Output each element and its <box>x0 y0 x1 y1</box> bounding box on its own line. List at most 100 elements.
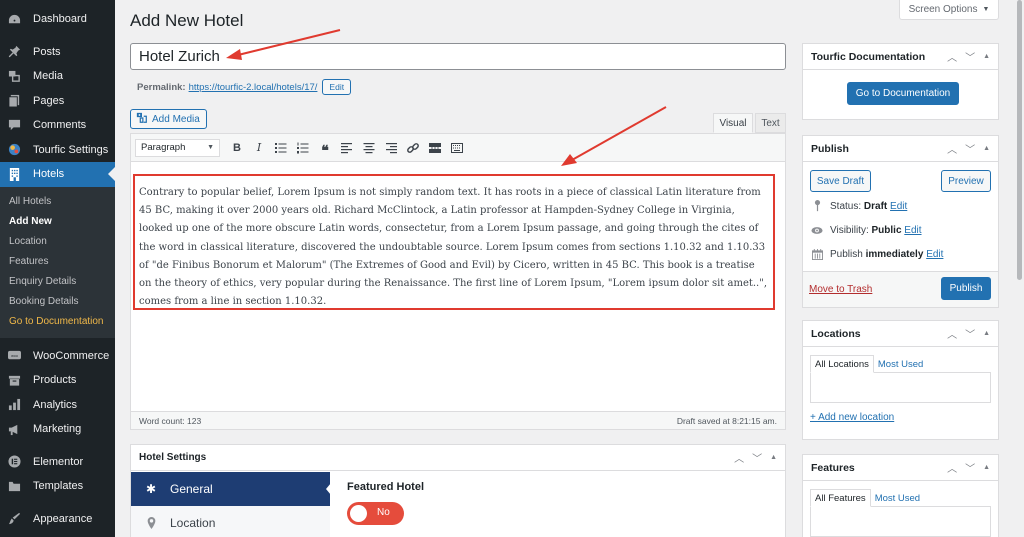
tab-visual[interactable]: Visual <box>713 113 753 133</box>
move-down-icon[interactable]: ﹀ <box>965 49 975 64</box>
features-tabs: All Features Most Used <box>810 489 924 507</box>
menu-item-posts[interactable]: Posts <box>0 40 115 65</box>
submenu-features[interactable]: Features <box>0 252 115 272</box>
word-count: Word count: 123 <box>139 415 202 426</box>
save-draft-button[interactable]: Save Draft <box>810 170 871 192</box>
format-select[interactable]: Paragraph ▼ <box>135 138 220 157</box>
editor-content-area[interactable]: Contrary to popular belief, Lorem Ipsum … <box>133 174 775 310</box>
tab-general[interactable]: ✱ General <box>131 472 330 506</box>
tab-most-used-features[interactable]: Most Used <box>871 489 924 507</box>
move-up-icon[interactable]: ︿ <box>947 49 957 64</box>
woocommerce-icon: woo <box>7 349 21 363</box>
menu-item-comments[interactable]: Comments <box>0 113 115 138</box>
pages-icon <box>7 94 21 108</box>
submenu-all-hotels[interactable]: All Hotels <box>0 192 115 212</box>
bulleted-list-button[interactable] <box>270 138 292 158</box>
add-media-label: Add Media <box>152 113 200 125</box>
align-left-button[interactable] <box>336 138 358 158</box>
move-down-icon[interactable]: ﹀ <box>965 141 975 156</box>
collapse-toggle-icon[interactable]: ▲ <box>983 145 990 152</box>
locations-checklist[interactable] <box>810 372 991 403</box>
collapse-toggle-icon[interactable]: ▲ <box>983 464 990 471</box>
tab-all-locations[interactable]: All Locations <box>810 355 874 373</box>
go-to-documentation-button[interactable]: Go to Documentation <box>847 82 959 105</box>
screen-options-button[interactable]: Screen Options ▼ <box>899 0 999 20</box>
post-title-input[interactable] <box>130 43 786 70</box>
locations-tabs: All Locations Most Used <box>810 355 927 373</box>
menu-item-elementor[interactable]: Elementor <box>0 450 115 475</box>
postbox-header: Locations ︿ ﹀ ▲ <box>803 321 998 347</box>
move-down-icon[interactable]: ﹀ <box>752 450 762 465</box>
features-checklist[interactable] <box>810 506 991 537</box>
postbox-handles: ︿ ﹀ ▲ <box>734 450 777 465</box>
bulleted-list-icon <box>275 142 287 153</box>
submenu-add-new[interactable]: Add New <box>0 212 115 232</box>
bold-button[interactable]: B <box>226 138 248 158</box>
numbered-list-button[interactable] <box>292 138 314 158</box>
add-media-button[interactable]: Add Media <box>130 109 207 129</box>
publish-button[interactable]: Publish <box>941 277 991 300</box>
edit-visibility-link[interactable]: Edit <box>904 225 921 236</box>
align-center-button[interactable] <box>358 138 380 158</box>
move-down-icon[interactable]: ﹀ <box>965 326 975 341</box>
blockquote-button[interactable]: ❝ <box>314 138 336 158</box>
menu-item-tourfic-settings[interactable]: Tourfic Settings <box>0 138 115 163</box>
italic-button[interactable]: I <box>248 138 270 158</box>
menu-item-pages[interactable]: Pages <box>0 89 115 114</box>
move-down-icon[interactable]: ﹀ <box>965 460 975 475</box>
menu-item-marketing[interactable]: Marketing <box>0 417 115 442</box>
tab-location[interactable]: Location <box>131 506 330 537</box>
move-to-trash-link[interactable]: Move to Trash <box>809 284 872 295</box>
hotel-settings-box: Hotel Settings ︿ ﹀ ▲ ✱ General Location … <box>130 444 786 537</box>
menu-label: Templates <box>33 480 84 493</box>
collapse-toggle-icon[interactable]: ▲ <box>770 454 777 461</box>
menu-label: Analytics <box>33 398 78 411</box>
menu-item-media[interactable]: Media <box>0 64 115 89</box>
permalink-edit-button[interactable]: Edit <box>322 79 352 95</box>
submenu-location[interactable]: Location <box>0 232 115 252</box>
add-new-location-link[interactable]: + Add new location <box>810 412 894 423</box>
submenu-booking-details[interactable]: Booking Details <box>0 292 115 312</box>
edit-publish-date-link[interactable]: Edit <box>926 249 943 260</box>
admin-sidebar: Dashboard Posts Media Pages Comments Tou… <box>0 0 115 537</box>
menu-label: Tourfic Settings <box>33 143 109 156</box>
calendar-icon <box>811 249 823 260</box>
menu-item-hotels[interactable]: Hotels <box>0 162 115 187</box>
scrollbar-thumb[interactable] <box>1017 0 1022 280</box>
menu-label: Hotels <box>33 168 65 181</box>
menu-item-analytics[interactable]: Analytics <box>0 393 115 418</box>
collapse-toggle-icon[interactable]: ▲ <box>983 53 990 60</box>
read-more-button[interactable] <box>424 138 446 158</box>
move-up-icon[interactable]: ︿ <box>947 460 957 475</box>
move-up-icon[interactable]: ︿ <box>734 450 744 465</box>
postbox-title: Publish <box>811 142 849 155</box>
move-up-icon[interactable]: ︿ <box>947 141 957 156</box>
tab-all-features[interactable]: All Features <box>810 489 871 507</box>
map-pin-icon <box>145 517 157 529</box>
submenu-enquiry-details[interactable]: Enquiry Details <box>0 272 115 292</box>
menu-item-dashboard[interactable]: Dashboard <box>0 7 115 32</box>
menu-item-appearance[interactable]: Appearance <box>0 507 115 532</box>
move-up-icon[interactable]: ︿ <box>947 326 957 341</box>
tab-text[interactable]: Text <box>755 113 786 133</box>
edit-status-link[interactable]: Edit <box>890 201 907 212</box>
comment-icon <box>7 118 21 132</box>
collapse-toggle-icon[interactable]: ▲ <box>983 330 990 337</box>
menu-item-templates[interactable]: Templates <box>0 474 115 499</box>
numbered-list-icon <box>297 142 309 153</box>
screen-options-label: Screen Options <box>908 4 978 15</box>
permalink-link[interactable]: https://tourfic-2.local/hotels/17/ <box>189 82 318 93</box>
keyboard-icon <box>451 142 463 153</box>
insert-link-button[interactable] <box>402 138 424 158</box>
menu-item-woocommerce[interactable]: woo WooCommerce <box>0 344 115 369</box>
page-scrollbar[interactable] <box>1015 0 1024 537</box>
preview-button[interactable]: Preview <box>941 170 991 192</box>
featured-hotel-toggle[interactable]: No <box>347 502 404 525</box>
toolbar-toggle-button[interactable] <box>446 138 468 158</box>
submenu-go-to-documentation[interactable]: Go to Documentation <box>0 312 115 332</box>
align-right-button[interactable] <box>380 138 402 158</box>
tab-most-used-locations[interactable]: Most Used <box>874 355 927 373</box>
menu-label: Appearance <box>33 512 93 525</box>
menu-item-products[interactable]: Products <box>0 368 115 393</box>
postbox-handles: ︿ ﹀ ▲ <box>947 141 990 156</box>
